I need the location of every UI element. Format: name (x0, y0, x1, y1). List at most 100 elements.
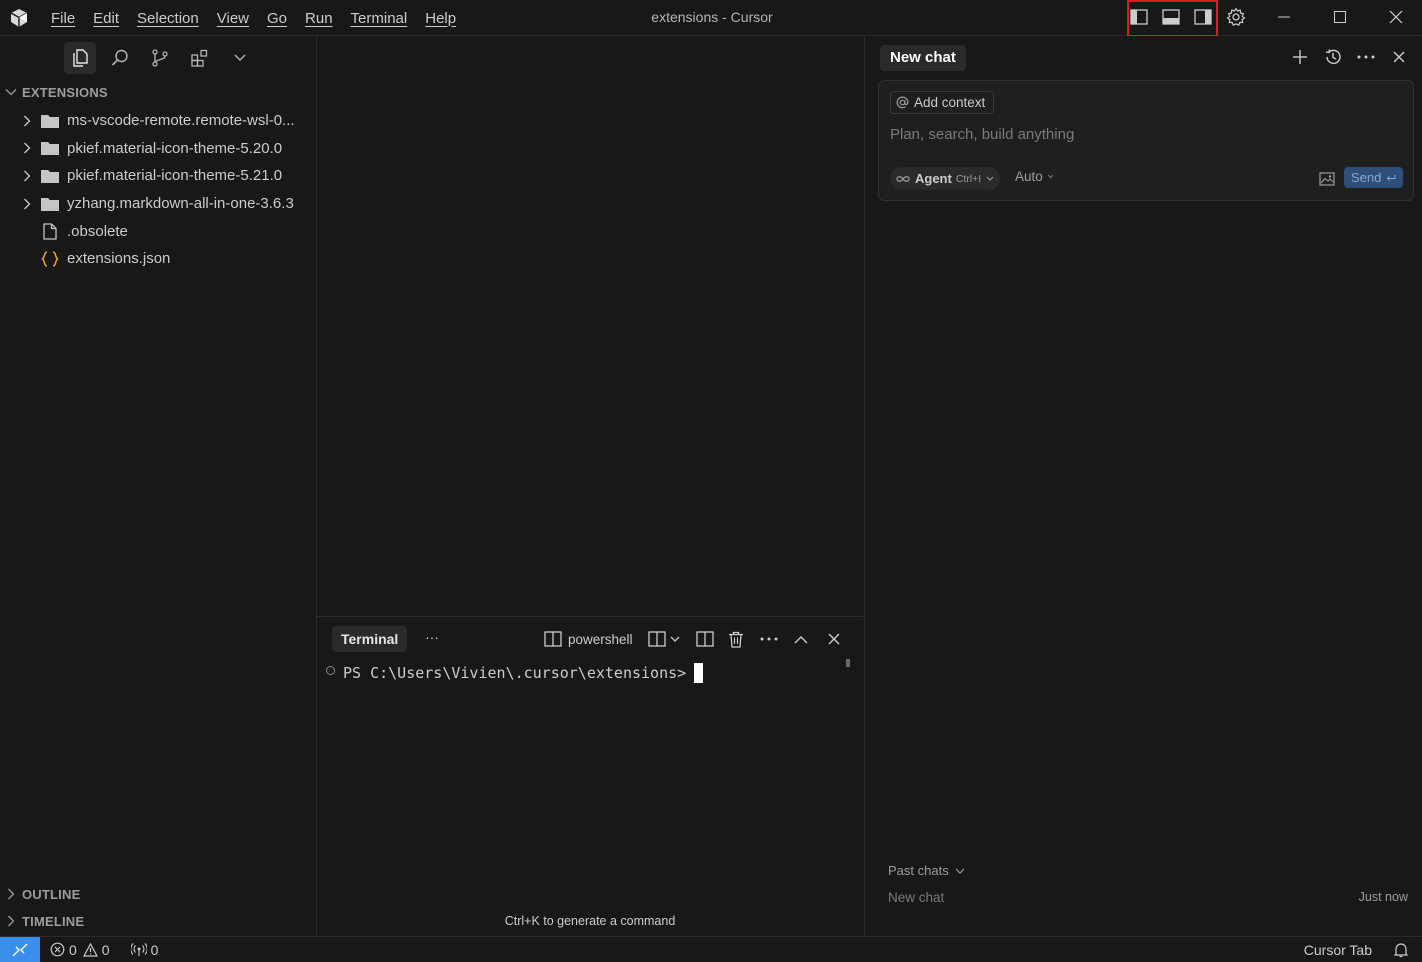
chevron-right-icon (0, 915, 22, 927)
tree-item-label: yzhang.markdown-all-in-one-3.6.3 (67, 195, 294, 213)
shell-name: powershell (568, 631, 633, 647)
chevron-down-icon (670, 636, 680, 643)
chat-composer: Add context Plan, search, build anything… (878, 80, 1414, 201)
menu-go[interactable]: Go (258, 10, 296, 27)
chevron-right-icon (17, 198, 37, 210)
chevron-right-icon (17, 115, 37, 127)
chevron-down-icon (1047, 174, 1054, 179)
split-pane-icon[interactable] (696, 628, 714, 650)
tab-terminal[interactable]: Terminal (332, 626, 408, 652)
tree-file[interactable]: .obsolete (0, 217, 316, 245)
close-panel-icon[interactable] (828, 628, 840, 650)
plus-icon[interactable] (1289, 46, 1311, 68)
toggle-primary-sidebar-icon[interactable] (1128, 7, 1150, 27)
command-decoration-icon[interactable] (326, 665, 335, 675)
title-bar: File Edit Selection View Go Run Terminal… (0, 0, 1422, 37)
settings-gear-icon[interactable] (1225, 7, 1247, 27)
toggle-secondary-sidebar-icon[interactable] (1192, 7, 1214, 27)
source-control-icon[interactable] (144, 42, 176, 74)
minimize-icon[interactable] (1256, 0, 1312, 34)
model-selector[interactable]: Auto (1015, 169, 1054, 184)
tree-item-label: ms-vscode-remote.remote-wsl-0... (67, 112, 295, 130)
infinity-icon (896, 175, 910, 183)
tree-folder[interactable]: pkief.material-icon-theme-5.21.0 (0, 162, 316, 190)
more-options-icon[interactable] (1355, 46, 1377, 68)
explorer-section-header[interactable]: EXTENSIONS (0, 81, 316, 103)
chat-input[interactable]: Plan, search, build anything (890, 126, 1074, 143)
ports-indicator[interactable]: 0 (130, 941, 159, 958)
tree-folder[interactable]: pkief.material-icon-theme-5.20.0 (0, 135, 316, 163)
agent-shortcut: Ctrl+I (955, 172, 982, 185)
problems-indicator[interactable]: 0 0 (50, 942, 110, 958)
chevron-down-icon (0, 88, 22, 96)
terminal-prompt: PS C:\Users\Vivien\.cursor\extensions> (343, 664, 687, 682)
menu-edit[interactable]: Edit (84, 10, 128, 27)
file-tree: ms-vscode-remote.remote-wsl-0... pkief.m… (0, 107, 316, 273)
terminal-cursor (694, 663, 704, 683)
tree-item-label: pkief.material-icon-theme-5.21.0 (67, 167, 283, 185)
terminal-scrollbar[interactable] (846, 659, 850, 667)
close-window-icon[interactable] (1368, 0, 1422, 34)
tree-item-label: pkief.material-icon-theme-5.20.0 (67, 139, 283, 157)
history-icon[interactable] (1322, 46, 1344, 68)
past-chats-label: Past chats (888, 863, 949, 878)
editor-area[interactable] (317, 36, 863, 616)
close-chat-icon[interactable] (1388, 46, 1410, 68)
tree-item-label: .obsolete (67, 222, 128, 240)
ports-count: 0 (150, 941, 159, 958)
extensions-icon[interactable] (184, 42, 216, 74)
menu-help[interactable]: Help (416, 10, 465, 27)
folder-icon (40, 197, 60, 211)
remote-indicator-icon[interactable] (0, 936, 40, 962)
maximize-icon[interactable] (1312, 0, 1368, 34)
cursor-tab-status[interactable]: Cursor Tab (1304, 942, 1372, 958)
chevron-right-icon (17, 142, 37, 154)
menu-run[interactable]: Run (296, 10, 342, 27)
add-context-button[interactable]: Add context (890, 91, 995, 114)
panel-more-tabs[interactable]: ··· (425, 626, 439, 652)
outline-section-header[interactable]: OUTLINE (0, 883, 316, 905)
maximize-panel-icon[interactable] (794, 628, 808, 650)
toggle-panel-icon[interactable] (1160, 7, 1182, 27)
menu-terminal[interactable]: Terminal (342, 10, 417, 27)
tree-file[interactable]: extensions.json (0, 245, 316, 273)
menu-file[interactable]: File (42, 10, 84, 27)
image-upload-icon[interactable] (1319, 172, 1335, 186)
enter-key-icon (1386, 174, 1396, 182)
folder-icon (40, 141, 60, 156)
broadcast-icon (130, 942, 147, 957)
chevron-down-icon (955, 868, 965, 874)
more-actions-icon[interactable] (760, 628, 778, 650)
warning-icon (82, 942, 98, 957)
status-bar: 0 0 0 Cursor Tab (0, 936, 1422, 962)
activity-bar (64, 40, 264, 76)
window-title: extensions - Cursor (651, 9, 773, 25)
menu-selection[interactable]: Selection (128, 10, 208, 27)
chevron-right-icon (17, 170, 37, 182)
menu-view[interactable]: View (208, 10, 258, 27)
folder-icon (40, 169, 60, 183)
chevron-down-icon[interactable] (224, 42, 256, 74)
explorer-icon[interactable] (64, 42, 96, 74)
timeline-title: TIMELINE (22, 913, 85, 929)
cursor-logo-icon (9, 8, 29, 28)
past-chats-toggle[interactable]: Past chats (888, 863, 965, 878)
json-file-icon (40, 251, 60, 267)
tree-folder[interactable]: yzhang.markdown-all-in-one-3.6.3 (0, 190, 316, 218)
new-terminal-dropdown[interactable] (648, 628, 680, 650)
chevron-down-icon (986, 176, 994, 181)
trash-icon[interactable] (728, 628, 744, 650)
split-terminal-icon (648, 631, 666, 647)
tree-folder[interactable]: ms-vscode-remote.remote-wsl-0... (0, 107, 316, 135)
chevron-right-icon (0, 888, 22, 900)
search-icon[interactable] (104, 42, 136, 74)
send-button[interactable]: Send (1344, 167, 1404, 188)
past-chat-item[interactable]: New chat Just now (888, 890, 1408, 910)
agent-mode-dropdown[interactable]: Agent Ctrl+I (890, 167, 1001, 190)
timeline-section-header[interactable]: TIMELINE (0, 910, 316, 932)
file-icon (40, 223, 60, 240)
tab-new-chat[interactable]: New chat (880, 45, 966, 71)
bell-icon[interactable] (1394, 942, 1408, 958)
terminal-instance[interactable]: powershell (544, 628, 633, 650)
terminal-prompt-line[interactable]: PS C:\Users\Vivien\.cursor\extensions> (326, 661, 704, 685)
